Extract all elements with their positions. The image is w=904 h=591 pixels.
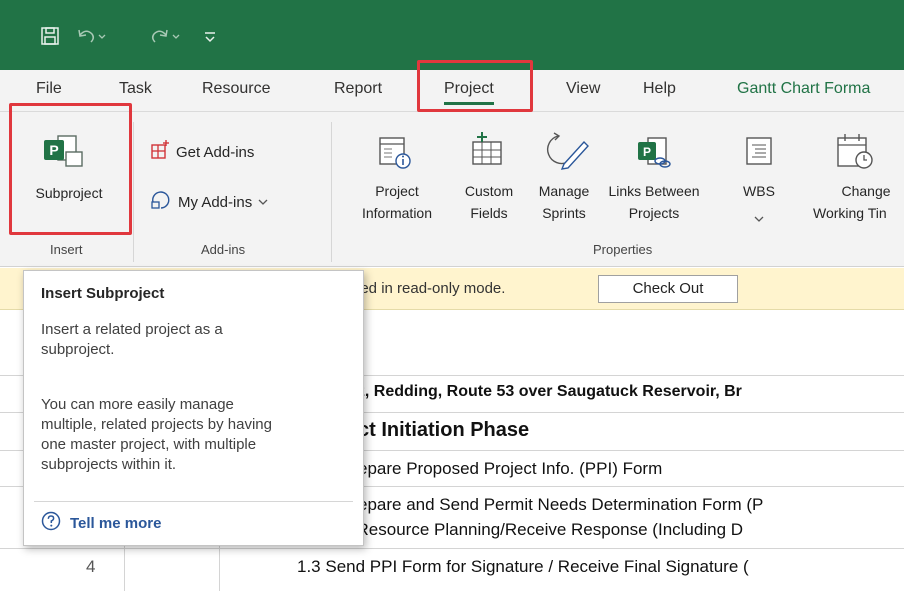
insert-subproject-tooltip: Insert Subproject Insert a related proje…	[23, 270, 364, 546]
manage-sprints-button[interactable]: Manage Sprints	[526, 114, 602, 236]
tell-me-more-label: Tell me more	[70, 514, 162, 532]
get-addins-label: Get Add-ins	[176, 143, 255, 161]
tab-gantt-chart-format[interactable]: Gantt Chart Forma	[737, 80, 870, 98]
tooltip-description-line: Insert a related project as a	[41, 321, 223, 338]
calendar-clock-icon	[836, 132, 876, 177]
custom-fields-label-1: Custom	[464, 183, 514, 199]
redo-icon[interactable]	[150, 24, 180, 48]
links-between-projects-label-2: Projects	[628, 205, 680, 221]
task-name-cell: epare and Send Permit Needs Determinatio…	[358, 495, 764, 514]
tooltip-description-line: multiple, related projects by having	[41, 416, 272, 433]
change-working-time-label-1: Change	[841, 183, 891, 199]
tab-task[interactable]: Task	[119, 80, 152, 98]
table-row[interactable]: 4 1.3 Send PPI Form for Signature / Rece…	[0, 549, 904, 591]
svg-text:P: P	[643, 145, 651, 159]
tab-resource[interactable]: Resource	[202, 80, 270, 98]
addins-icon	[150, 190, 172, 215]
tooltip-description-line: You can more easily manage	[41, 396, 234, 413]
manage-sprints-icon	[540, 132, 590, 175]
project-information-button[interactable]: Project Information	[342, 114, 452, 236]
customize-icon[interactable]	[204, 24, 216, 48]
custom-fields-label-2: Fields	[470, 205, 508, 221]
group-separator	[133, 122, 134, 262]
check-out-button[interactable]: Check Out	[598, 275, 738, 303]
tab-report[interactable]: Report	[334, 80, 382, 98]
task-name-cell: 2, Redding, Route 53 over Saugatuck Rese…	[356, 383, 742, 400]
task-name-cell: ct Initiation Phase	[358, 419, 530, 441]
links-between-projects-icon: P	[638, 136, 672, 175]
infobar-message: ned in read-only mode.	[352, 280, 506, 297]
tab-file[interactable]: File	[36, 80, 62, 98]
tab-help[interactable]: Help	[643, 80, 676, 98]
my-addins-button[interactable]: My Add-ins	[150, 190, 268, 214]
links-between-projects-button[interactable]: P Links Between Projects	[602, 114, 706, 236]
change-working-time-button[interactable]: Change Working Tin	[804, 114, 904, 236]
group-label-insert: Insert	[50, 242, 83, 257]
chevron-down-icon	[754, 210, 764, 228]
project-information-label-1: Project	[375, 183, 419, 199]
tooltip-description-line: subproject.	[41, 341, 115, 358]
get-addins-button[interactable]: Get Add-ins	[150, 139, 255, 165]
tooltip-title: Insert Subproject	[41, 285, 165, 302]
custom-fields-icon	[469, 132, 507, 173]
tell-me-more-link[interactable]: Tell me more	[41, 511, 161, 535]
wbs-icon	[745, 136, 773, 171]
highlight-project-tab	[417, 60, 533, 112]
custom-fields-button[interactable]: Custom Fields	[454, 114, 524, 236]
task-name-cell: epare Proposed Project Info. (PPI) Form	[358, 459, 663, 478]
tooltip-divider	[34, 501, 353, 502]
tooltip-description-line: one master project, with multiple	[41, 436, 257, 453]
store-icon	[150, 139, 170, 165]
links-between-projects-label-1: Links Between	[608, 183, 700, 199]
chevron-down-icon	[258, 193, 268, 211]
highlight-subproject-button	[9, 103, 132, 235]
group-label-properties: Properties	[593, 242, 653, 257]
wbs-label: WBS	[743, 183, 775, 199]
group-separator	[331, 122, 332, 262]
project-information-label-2: Information	[361, 205, 433, 221]
help-icon	[41, 511, 61, 535]
change-working-time-label-2: Working Tin	[813, 205, 887, 221]
manage-sprints-label-1: Manage	[538, 183, 590, 199]
project-information-icon	[378, 136, 412, 175]
my-addins-label: My Add-ins	[178, 193, 253, 211]
task-name-cell: 1.3 Send PPI Form for Signature / Receiv…	[297, 557, 749, 576]
manage-sprints-label-2: Sprints	[542, 205, 586, 221]
row-number: 4	[86, 557, 96, 576]
ribbon: P Subproject Insert Get Add-ins My Add-i…	[0, 112, 904, 267]
save-icon[interactable]	[40, 24, 60, 48]
tab-view[interactable]: View	[566, 80, 600, 98]
tooltip-description-line: subprojects within it.	[41, 456, 177, 473]
group-label-addins: Add-ins	[201, 242, 246, 257]
undo-icon[interactable]	[76, 24, 106, 48]
wbs-button[interactable]: WBS	[736, 114, 782, 236]
